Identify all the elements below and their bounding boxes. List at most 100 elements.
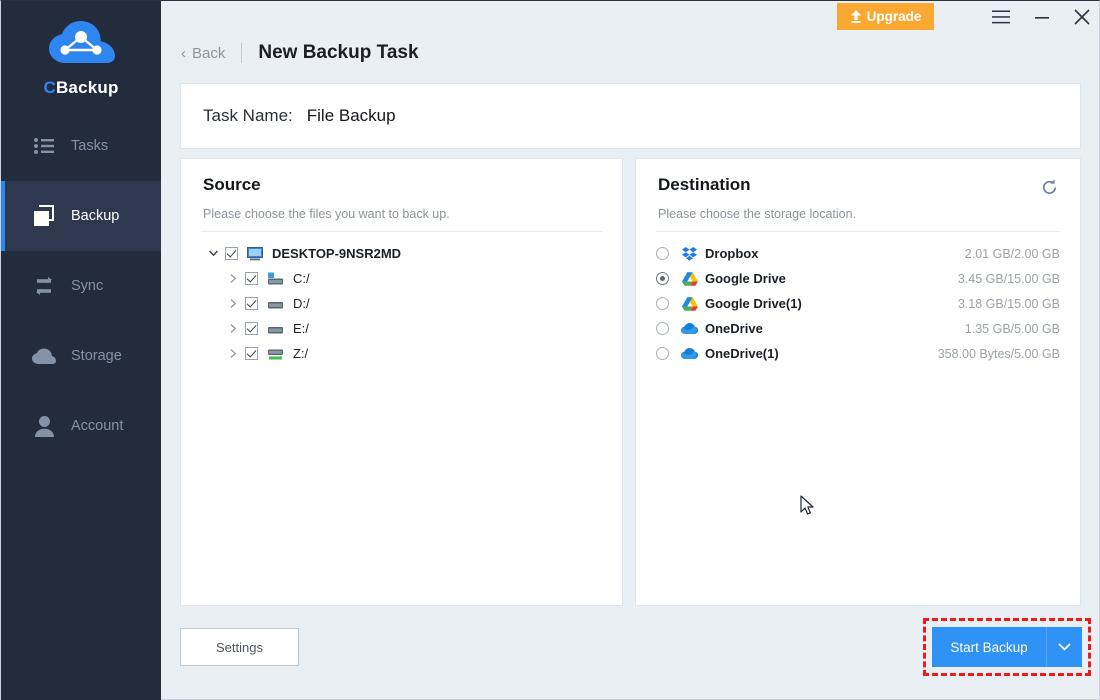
onedrive-icon [681, 323, 698, 335]
tree-label: D:/ [293, 296, 310, 311]
sidebar-item-backup[interactable]: Backup [1, 181, 161, 251]
settings-label: Settings [216, 640, 263, 655]
radio-button[interactable] [656, 272, 669, 285]
radio-button[interactable] [656, 347, 669, 360]
upload-arrow-icon [850, 10, 862, 23]
chevron-right-icon[interactable] [225, 299, 241, 308]
destination-name: Google Drive [705, 271, 786, 286]
cloud-network-icon [1, 19, 161, 72]
tree-label: Z:/ [293, 346, 308, 361]
tree-row-drive-e[interactable]: E:/ [181, 316, 624, 341]
tree-row-root[interactable]: DESKTOP-9NSR2MD [181, 241, 624, 266]
destination-options: Dropbox 2.01 GB/2.00 GB Google Drive 3.4… [636, 241, 1082, 366]
source-panel: Source Please choose the files you want … [180, 158, 623, 606]
dropbox-icon [681, 247, 698, 261]
cloud-icon [29, 348, 59, 365]
title-bar: Upgrade [161, 1, 1099, 32]
chevron-down-icon[interactable] [205, 250, 221, 257]
task-name-label: Task Name: [203, 106, 293, 126]
destination-name: Google Drive(1) [705, 296, 802, 311]
destination-panel: Destination Please choose the storage lo… [635, 158, 1081, 606]
back-label: Back [192, 45, 225, 62]
sidebar-item-label: Sync [71, 278, 103, 294]
radio-button[interactable] [656, 297, 669, 310]
sidebar-item-label: Backup [71, 208, 119, 224]
sidebar-item-storage[interactable]: Storage [1, 321, 161, 391]
tree-row-drive-d[interactable]: D:/ [181, 291, 624, 316]
google-drive-icon [681, 272, 698, 286]
radio-button[interactable] [656, 247, 669, 260]
onedrive-icon [681, 348, 698, 360]
sync-icon [29, 277, 59, 295]
chevron-right-icon[interactable] [225, 324, 241, 333]
brand-rest: Backup [56, 78, 119, 97]
page-title: New Backup Task [258, 42, 418, 64]
sidebar-item-tasks[interactable]: Tasks [1, 111, 161, 181]
sidebar: CBackup Tasks Backup [1, 1, 161, 700]
sidebar-item-label: Account [71, 418, 123, 434]
destination-size: 358.00 Bytes/5.00 GB [938, 347, 1060, 361]
source-title: Source [203, 175, 261, 195]
task-name-value[interactable]: File Backup [307, 106, 396, 126]
chevron-down-icon[interactable] [1046, 627, 1082, 667]
network-drive-icon [267, 347, 284, 360]
destination-divider [656, 231, 1060, 232]
start-backup-button[interactable]: Start Backup [932, 627, 1082, 667]
destination-option-onedrive[interactable]: OneDrive 1.35 GB/5.00 GB [636, 316, 1082, 341]
chevron-right-icon[interactable] [225, 274, 241, 283]
system-drive-icon [267, 272, 284, 285]
list-icon [29, 138, 59, 154]
destination-size: 1.35 GB/5.00 GB [965, 322, 1060, 336]
upgrade-button[interactable]: Upgrade [837, 3, 934, 30]
back-button[interactable]: ‹ Back [181, 45, 225, 62]
tree-checkbox[interactable] [245, 272, 258, 285]
radio-button[interactable] [656, 322, 669, 335]
brand-prefix: C [43, 78, 55, 97]
tree-checkbox[interactable] [245, 297, 258, 310]
hamburger-menu-icon[interactable] [988, 5, 1014, 29]
copy-icon [29, 205, 59, 227]
source-file-tree: DESKTOP-9NSR2MD C:/ [181, 241, 624, 366]
tree-row-drive-c[interactable]: C:/ [181, 266, 624, 291]
tree-checkbox[interactable] [225, 247, 238, 260]
tree-label: DESKTOP-9NSR2MD [272, 246, 401, 261]
destination-title: Destination [658, 175, 751, 195]
sidebar-item-account[interactable]: Account [1, 391, 161, 461]
tree-label: E:/ [293, 321, 309, 336]
hard-drive-icon [267, 322, 284, 335]
destination-size: 3.18 GB/15.00 GB [958, 297, 1060, 311]
task-name-card: Task Name: File Backup [180, 83, 1081, 149]
upgrade-label: Upgrade [867, 9, 922, 24]
destination-option-google-drive[interactable]: Google Drive 3.45 GB/15.00 GB [636, 266, 1082, 291]
source-divider [201, 231, 602, 232]
google-drive-icon [681, 297, 698, 311]
tree-checkbox[interactable] [245, 322, 258, 335]
destination-option-google-drive-1[interactable]: Google Drive(1) 3.18 GB/15.00 GB [636, 291, 1082, 316]
start-backup-label: Start Backup [932, 627, 1046, 667]
sidebar-item-label: Storage [71, 348, 122, 364]
app-brand-text: CBackup [1, 78, 161, 98]
settings-button[interactable]: Settings [180, 628, 299, 666]
destination-size: 2.01 GB/2.00 GB [965, 247, 1060, 261]
person-icon [29, 416, 59, 437]
cbackup-window: CBackup Tasks Backup [0, 0, 1100, 700]
destination-option-dropbox[interactable]: Dropbox 2.01 GB/2.00 GB [636, 241, 1082, 266]
destination-name: OneDrive [705, 321, 763, 336]
chevron-right-icon[interactable] [225, 349, 241, 358]
source-subtitle: Please choose the files you want to back… [203, 207, 450, 221]
minimize-icon[interactable] [1029, 5, 1055, 29]
destination-name: OneDrive(1) [705, 346, 779, 361]
destination-option-onedrive-1[interactable]: OneDrive(1) 358.00 Bytes/5.00 GB [636, 341, 1082, 366]
destination-size: 3.45 GB/15.00 GB [958, 272, 1060, 286]
tree-row-drive-z[interactable]: Z:/ [181, 341, 624, 366]
computer-icon [247, 247, 263, 261]
refresh-icon[interactable] [1038, 176, 1060, 198]
hard-drive-icon [267, 297, 284, 310]
sidebar-item-sync[interactable]: Sync [1, 251, 161, 321]
breadcrumb-separator [241, 43, 242, 63]
chevron-left-icon: ‹ [181, 46, 186, 61]
close-icon[interactable] [1069, 5, 1095, 29]
tree-checkbox[interactable] [245, 347, 258, 360]
destination-subtitle: Please choose the storage location. [658, 207, 856, 221]
tree-label: C:/ [293, 271, 310, 286]
